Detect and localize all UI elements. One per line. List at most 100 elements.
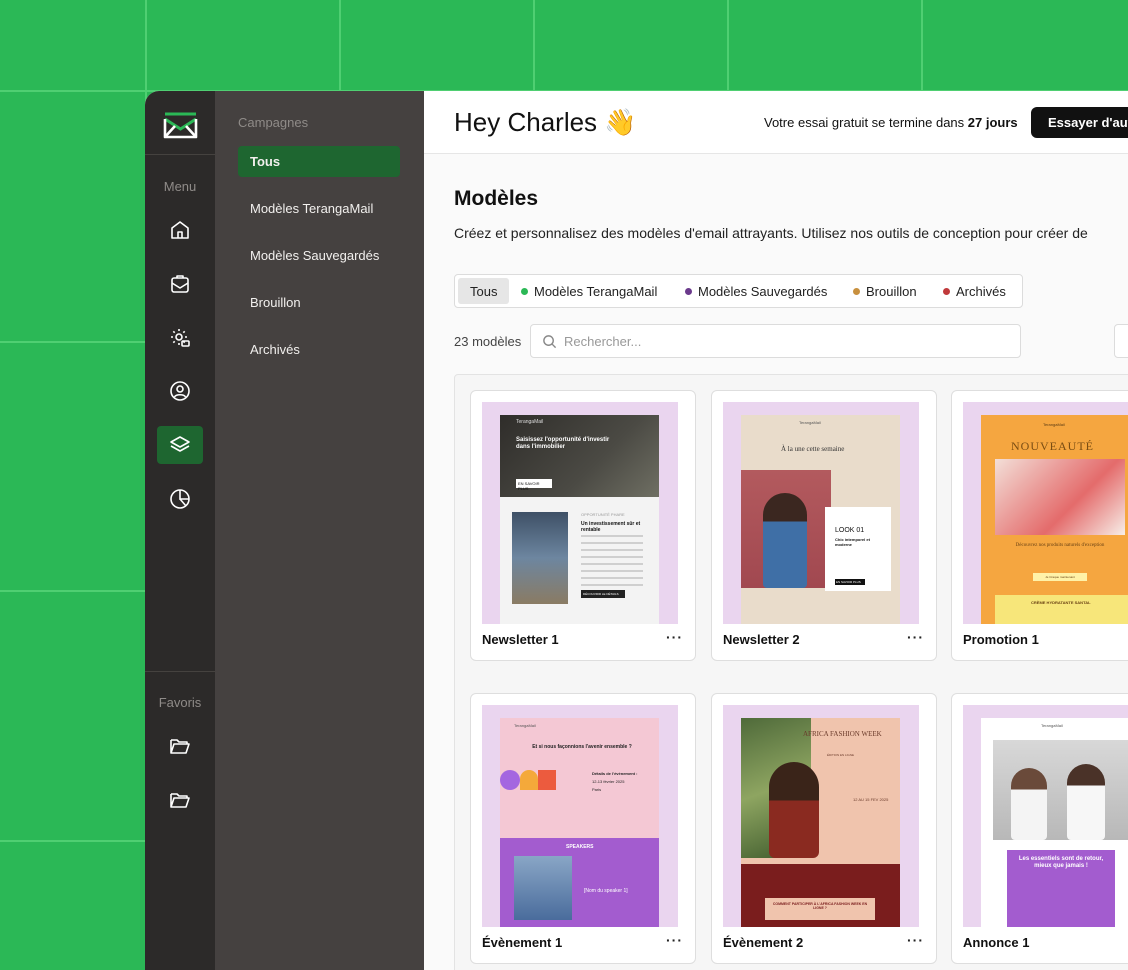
template-preview: TerangaMail Les essentiels sont de retou… bbox=[963, 705, 1128, 927]
subnav-item-saved-templates[interactable]: Modèles Sauvegardés bbox=[238, 240, 400, 271]
template-count: 23 modèles bbox=[454, 334, 522, 349]
filter-saved[interactable]: Modèles Sauvegardés bbox=[673, 278, 839, 304]
filter-label: Modèles TerangaMail bbox=[534, 283, 658, 299]
more-options-button[interactable]: ··· bbox=[666, 629, 683, 645]
template-name: Newsletter 1 bbox=[482, 632, 559, 647]
template-card[interactable]: TerangaMail Les essentiels sont de retou… bbox=[951, 693, 1128, 964]
terangamail-logo bbox=[163, 112, 198, 139]
page-title: Modèles bbox=[454, 187, 539, 210]
search-box bbox=[530, 324, 1021, 358]
template-name: Évènement 2 bbox=[723, 935, 804, 950]
page-description: Créez et personnalisez des modèles d'ema… bbox=[454, 225, 1088, 241]
analytics-icon bbox=[170, 489, 190, 509]
template-card[interactable]: TerangaMail Saisissez l'opportunité d'in… bbox=[470, 390, 696, 661]
preview-subhead: Un investissement sûr et rentable bbox=[581, 521, 641, 533]
filter-all[interactable]: Tous bbox=[458, 278, 510, 304]
preview-headline: NOUVEAUTÉ bbox=[1011, 439, 1094, 453]
filter-label: Modèles Sauvegardés bbox=[698, 283, 828, 299]
preview-button: EN SAVOIR PLUS bbox=[516, 479, 552, 491]
preview-model-figure bbox=[1011, 768, 1047, 840]
campaign-subnav: Campagnes Tous Modèles TerangaMail Modèl… bbox=[215, 91, 424, 970]
search-icon bbox=[543, 335, 557, 349]
rail-divider bbox=[145, 671, 215, 672]
more-options-button[interactable]: ··· bbox=[907, 629, 924, 645]
favorites-label: Favoris bbox=[158, 695, 202, 710]
home-icon bbox=[171, 221, 189, 239]
top-bar: Hey Charles 👋 Votre essai gratuit se ter… bbox=[424, 91, 1128, 154]
rail-divider bbox=[145, 154, 215, 155]
preview-headline: Les essentiels sont de retour, mieux que… bbox=[1018, 856, 1104, 870]
preview-headline: Saisissez l'opportunité d'investir dans … bbox=[516, 437, 610, 451]
nav-contacts-button[interactable] bbox=[157, 372, 203, 410]
search-input[interactable] bbox=[564, 325, 1014, 357]
preview-speakers: SPEAKERS bbox=[566, 844, 594, 850]
template-name: Annonce 1 bbox=[963, 935, 1030, 950]
filter-tabs: Tous Modèles TerangaMail Modèles Sauvega… bbox=[454, 274, 1023, 308]
favorite-folder-1[interactable] bbox=[157, 727, 203, 765]
template-name: Promotion 1 bbox=[963, 632, 1039, 647]
preview-product-image bbox=[995, 459, 1125, 535]
nav-analytics-button[interactable] bbox=[157, 480, 203, 518]
greeting-text: Hey Charles bbox=[454, 107, 598, 137]
subnav-title: Campagnes bbox=[238, 115, 309, 130]
preview-brand: TerangaMail bbox=[1043, 422, 1065, 427]
more-options-button[interactable]: ··· bbox=[666, 932, 683, 948]
app-window: Menu Favoris Campagnes Tous Modèles Tera… bbox=[145, 91, 1128, 970]
preview-sub: Découvrez nos produits naturels d'except… bbox=[1015, 543, 1105, 548]
filter-terangamail[interactable]: Modèles TerangaMail bbox=[509, 278, 669, 304]
template-card[interactable]: TerangaMail NOUVEAUTÉ Découvrez nos prod… bbox=[951, 390, 1128, 661]
template-preview: TerangaMail NOUVEAUTÉ Découvrez nos prod… bbox=[963, 402, 1128, 624]
trial-days: 27 jours bbox=[967, 115, 1018, 130]
filter-archived[interactable]: Archivés bbox=[931, 278, 1018, 304]
nav-settings-button[interactable] bbox=[157, 319, 203, 357]
templates-icon bbox=[170, 436, 190, 452]
settings-icon bbox=[171, 329, 190, 347]
template-name: Évènement 1 bbox=[482, 935, 563, 950]
preview-date: 12 AU 15 FEV 2025 bbox=[853, 797, 889, 802]
preview-speaker-photo bbox=[514, 856, 572, 920]
favorite-folder-2[interactable] bbox=[157, 781, 203, 819]
preview-cta: COMMENT PARTICIPER À L'AFRICA FASHION WE… bbox=[765, 898, 875, 920]
nav-templates-button[interactable] bbox=[157, 426, 203, 464]
main-content: Hey Charles 👋 Votre essai gratuit se ter… bbox=[424, 91, 1128, 970]
template-card[interactable]: AFRICA FASHION WEEK ÉDITION EN LIGNE 12 … bbox=[711, 693, 937, 964]
preview-shapes bbox=[500, 770, 558, 790]
trial-notice: Votre essai gratuit se termine dans 27 j… bbox=[764, 115, 1018, 130]
subnav-item-archived[interactable]: Archivés bbox=[238, 334, 400, 365]
nav-inbox-button[interactable] bbox=[157, 265, 203, 303]
template-preview: AFRICA FASHION WEEK ÉDITION EN LIGNE 12 … bbox=[723, 705, 919, 927]
preview-model-figure bbox=[763, 493, 807, 588]
nav-home-button[interactable] bbox=[157, 211, 203, 249]
icon-rail: Menu Favoris bbox=[145, 91, 215, 970]
contacts-icon bbox=[170, 381, 190, 401]
template-card[interactable]: TerangaMail Et si nous façonnions l'aven… bbox=[470, 693, 696, 964]
preview-look: LOOK 01 bbox=[835, 527, 865, 534]
preview-speaker-name: [Nom du speaker 1] bbox=[584, 888, 628, 894]
subnav-item-all[interactable]: Tous bbox=[238, 146, 400, 177]
preview-tag: OPPORTUNITÉ PHARE bbox=[581, 512, 625, 517]
menu-label: Menu bbox=[163, 179, 197, 194]
preview-date: 12-13 février 2025 bbox=[592, 779, 625, 784]
try-upgrade-button[interactable]: Essayer d'aut bbox=[1031, 107, 1128, 138]
preview-headline: Et si nous façonnions l'avenir ensemble … bbox=[532, 744, 632, 750]
preview-house-image bbox=[512, 512, 568, 604]
folder-icon bbox=[170, 793, 190, 808]
sort-button[interactable] bbox=[1114, 324, 1128, 358]
subnav-item-terangamail-templates[interactable]: Modèles TerangaMail bbox=[238, 193, 400, 224]
preview-model-figure bbox=[1067, 764, 1105, 840]
filter-label: Brouillon bbox=[866, 283, 917, 299]
trial-text: Votre essai gratuit se termine dans bbox=[764, 115, 965, 130]
preview-headline: À la une cette semaine bbox=[781, 445, 845, 453]
greeting: Hey Charles 👋 bbox=[454, 107, 637, 138]
preview-cta: DÉCOUVRIR LE DÉTAILS bbox=[581, 590, 625, 598]
template-card[interactable]: TerangaMail À la une cette semaine LOOK … bbox=[711, 390, 937, 661]
filter-drafts[interactable]: Brouillon bbox=[841, 278, 929, 304]
preview-model-figure bbox=[769, 762, 819, 858]
preview-button: EN SAVOIR PLUS bbox=[835, 579, 865, 585]
more-options-button[interactable]: ··· bbox=[907, 932, 924, 948]
preview-product: CRÈME HYDRATANTE SANTAL bbox=[1031, 600, 1091, 605]
preview-body-lines bbox=[581, 535, 643, 587]
preview-details: Détails de l'évènement : bbox=[592, 771, 638, 776]
subnav-item-drafts[interactable]: Brouillon bbox=[238, 287, 400, 318]
preview-brand: TerangaMail bbox=[799, 420, 821, 425]
